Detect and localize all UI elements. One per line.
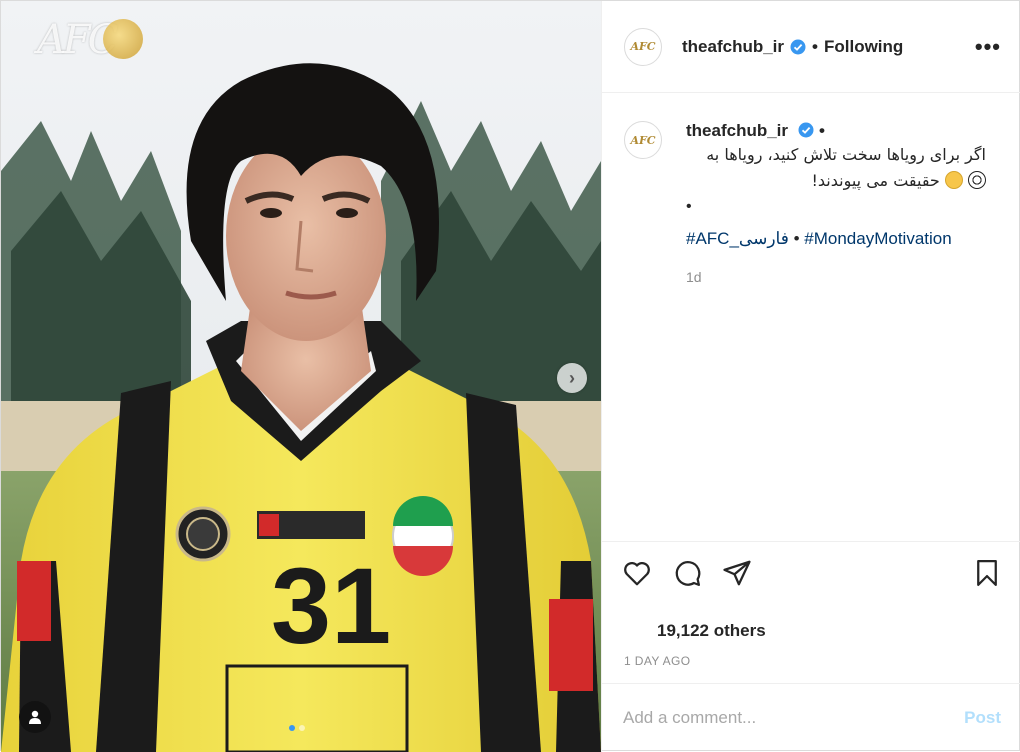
caption-timestamp[interactable]: 1d xyxy=(686,269,986,285)
likes-count[interactable]: 19,122 others xyxy=(657,621,766,641)
hashtag-separator: • xyxy=(793,229,800,248)
hashtag-monday-motivation[interactable]: #MondayMotivation xyxy=(804,229,951,248)
grin-emoji-icon xyxy=(944,171,963,189)
caption-line-1: اگر برای رویاها سخت تلاش کنید، رویاها به xyxy=(706,145,986,164)
caption: AFC theafchub_ir • اگر برای رویاها سخت ت… xyxy=(624,121,1004,285)
caption-bullet: • xyxy=(686,198,692,215)
caption-line-2: حقیقت می پیوندند! xyxy=(811,171,940,190)
post-header: AFC theafchub_ir • Following ••• xyxy=(602,1,1020,93)
comment-input[interactable] xyxy=(623,708,965,728)
soccer-ball-icon xyxy=(968,171,986,189)
photo-scene: 31 xyxy=(1,1,601,752)
instagram-post: 31 AFC › AFC theafchub_ir • Following ••… xyxy=(0,0,1020,752)
action-bar xyxy=(602,541,1020,601)
more-options-icon[interactable]: ••• xyxy=(975,34,1001,60)
carousel-dot-1[interactable] xyxy=(289,725,295,731)
verified-icon xyxy=(798,122,814,138)
afc-ball-icon xyxy=(103,19,143,59)
post-comment-button[interactable]: Post xyxy=(964,708,1001,728)
carousel-dots xyxy=(289,725,305,731)
chevron-right-icon: › xyxy=(569,367,575,388)
comment-bar: Post xyxy=(602,683,1020,752)
user-tag-icon xyxy=(29,710,41,724)
hashtag-afc-farsi[interactable]: #AFC_فارسی xyxy=(686,229,789,248)
header-username[interactable]: theafchub_ir xyxy=(682,37,784,57)
jersey-number: 31 xyxy=(271,545,391,666)
hashtags: #AFC_فارسی • #MondayMotivation xyxy=(686,229,986,249)
caption-line-2-row: حقیقت می پیوندند! xyxy=(686,169,986,193)
avatar-logo-icon: AFC xyxy=(630,40,656,53)
header-separator: • xyxy=(812,36,818,56)
heart-icon[interactable] xyxy=(622,558,652,588)
share-icon[interactable] xyxy=(722,558,752,588)
post-photo[interactable]: 31 AFC › xyxy=(1,1,601,752)
caption-separator: • xyxy=(818,121,825,140)
post-sidebar: AFC theafchub_ir • Following ••• AFC the… xyxy=(601,1,1020,752)
caption-avatar[interactable]: AFC xyxy=(624,121,662,159)
tagged-users-button[interactable] xyxy=(19,701,51,733)
avatar-logo-icon: AFC xyxy=(630,133,656,147)
bookmark-icon[interactable] xyxy=(972,558,1002,588)
carousel-dot-2[interactable] xyxy=(299,725,305,731)
comment-icon[interactable] xyxy=(672,558,702,588)
following-button[interactable]: Following xyxy=(824,37,903,57)
afc-watermark: AFC xyxy=(17,11,143,63)
caption-username[interactable]: theafchub_ir xyxy=(686,121,788,140)
post-date[interactable]: 1 DAY AGO xyxy=(624,654,691,668)
carousel-next-button[interactable]: › xyxy=(557,363,587,393)
verified-icon xyxy=(790,39,806,54)
avatar[interactable]: AFC xyxy=(624,27,662,66)
caption-body: theafchub_ir • اگر برای رویاها سخت تلاش … xyxy=(686,121,986,285)
